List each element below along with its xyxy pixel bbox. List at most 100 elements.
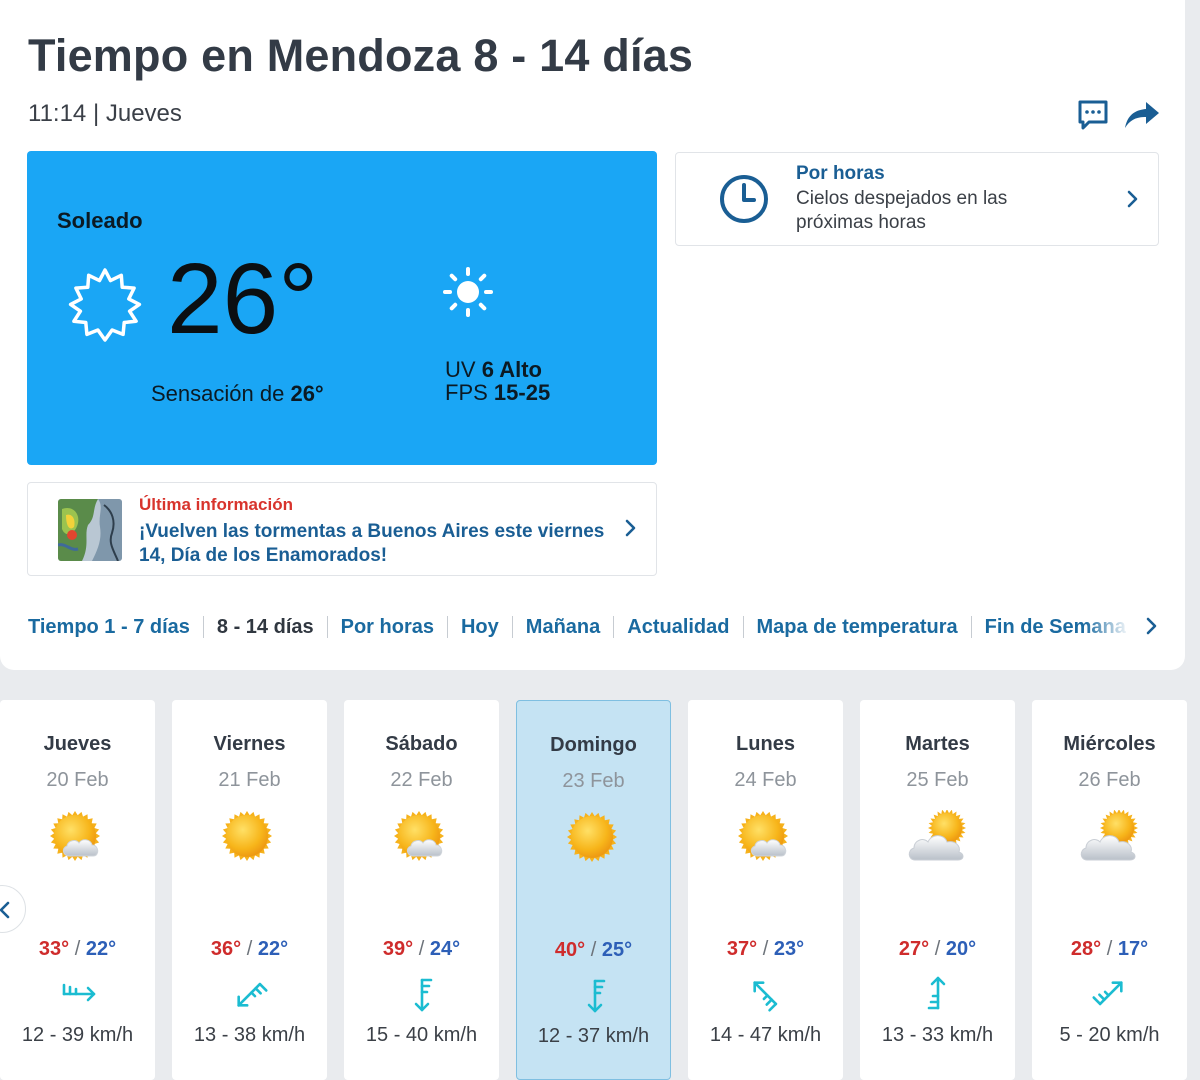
hourly-title: Por horas — [796, 163, 885, 184]
sun-cloud-icon — [735, 810, 797, 866]
day-date: 21 Feb — [218, 769, 281, 791]
share-icon[interactable] — [1124, 100, 1160, 130]
temperature-separator: / — [69, 938, 86, 960]
temperature-separator: / — [585, 939, 602, 961]
max-temperature: 33° — [38, 938, 70, 960]
day-temperatures: 28° / 17° — [1032, 938, 1187, 961]
max-temperature: 27° — [898, 938, 930, 960]
day-date: 20 Feb — [46, 769, 109, 791]
uv-info: UV 6 Alto FPS 15-25 — [445, 358, 550, 404]
time-separator: | — [92, 100, 100, 127]
sun-cloud-icon — [47, 810, 109, 866]
uv-value: 6 Alto — [481, 357, 542, 382]
news-headline[interactable]: ¡Vuelven las tormentas a Buenos Aires es… — [139, 520, 609, 568]
day-name: Miércoles — [1063, 733, 1156, 755]
day-date: 26 Feb — [1078, 769, 1141, 791]
hourly-forecast-card[interactable]: Por horas Cielos despejados en las próxi… — [675, 152, 1159, 246]
tab-actualidad[interactable]: Actualidad — [613, 616, 742, 638]
day-temperatures: 37° / 23° — [688, 938, 843, 961]
day-name: Sábado — [385, 733, 458, 755]
current-temperature: 26° — [167, 243, 319, 355]
wind-arrow-icon — [1089, 974, 1131, 1014]
tab-1-7-dias[interactable]: Tiempo 1 - 7 días — [28, 616, 203, 638]
news-radar-thumbnail — [58, 499, 122, 561]
day-temperatures: 33° / 22° — [0, 938, 155, 961]
day-date: 24 Feb — [734, 769, 797, 791]
temperature-separator: / — [929, 938, 946, 960]
temperature-separator: / — [1101, 938, 1118, 960]
fps-row: FPS 15-25 — [445, 381, 550, 404]
chevron-right-icon — [625, 519, 636, 537]
day-temperatures: 36° / 22° — [172, 938, 327, 961]
wind-arrow-icon — [57, 974, 99, 1014]
temperature-separator: / — [757, 938, 774, 960]
forecast-day-card[interactable]: Domingo 23 Feb 40° / 25° 12 - 37 km/h — [516, 700, 671, 1080]
wind-speed: 13 - 33 km/h — [881, 1024, 994, 1046]
tab-hoy[interactable]: Hoy — [446, 616, 512, 638]
wind-arrow-icon — [745, 974, 787, 1014]
max-temperature: 40° — [554, 939, 586, 961]
min-temperature: 22° — [257, 938, 289, 960]
uv-sun-icon — [443, 267, 493, 317]
forecast-day-card[interactable]: Martes 25 Feb 27° / 20° 13 - 33 km/h — [860, 700, 1015, 1080]
page-title: Tiempo en Mendoza 8 - 14 días — [28, 30, 694, 81]
sun-outline-icon — [68, 268, 142, 342]
clock-icon — [720, 175, 768, 223]
wind-speed: 12 - 37 km/h — [537, 1025, 650, 1047]
wind-speed: 15 - 40 km/h — [365, 1024, 478, 1046]
tab-por-horas[interactable]: Por horas — [326, 616, 447, 638]
max-temperature: 28° — [1070, 938, 1102, 960]
feels-like-value: 26° — [290, 381, 324, 406]
temperature-separator: / — [413, 938, 430, 960]
day-name: Domingo — [550, 734, 637, 756]
section-tabs: Tiempo 1 - 7 días 8 - 14 días Por horas … — [28, 614, 1148, 640]
min-temperature: 17° — [1117, 938, 1149, 960]
sun-icon — [219, 810, 281, 866]
forecast-day-card[interactable]: Miércoles 26 Feb 28° / 17° 5 - 20 km/h — [1032, 700, 1187, 1080]
min-temperature: 23° — [773, 938, 805, 960]
sun-cloud-icon — [391, 810, 453, 866]
min-temperature: 20° — [945, 938, 977, 960]
tab-manana[interactable]: Mañana — [511, 616, 613, 638]
current-time-line: 11:14 | Jueves — [28, 100, 182, 128]
uv-row: UV 6 Alto — [445, 358, 550, 381]
uv-label: UV — [445, 357, 476, 382]
day-temperatures: 40° / 25° — [517, 939, 670, 962]
sun-icon — [564, 811, 626, 867]
hourly-summary: Cielos despejados en las próximas horas — [796, 188, 1008, 233]
top-card: Tiempo en Mendoza 8 - 14 días 11:14 | Ju… — [0, 0, 1185, 670]
current-condition: Soleado — [57, 208, 143, 233]
wind-speed: 12 - 39 km/h — [21, 1024, 134, 1046]
tabs-next-chevron-icon[interactable] — [1145, 616, 1159, 636]
max-temperature: 37° — [726, 938, 758, 960]
day-name: Martes — [905, 733, 970, 755]
feels-like: Sensación de 26° — [151, 381, 324, 407]
min-temperature: 22° — [85, 938, 117, 960]
day-temperatures: 27° / 20° — [860, 938, 1015, 961]
forecast-day-card[interactable]: Lunes 24 Feb 37° / 23° 14 - 47 km/h — [688, 700, 843, 1080]
tab-mapa-temperatura[interactable]: Mapa de temperatura — [742, 616, 971, 638]
day-name: Viernes — [213, 733, 286, 755]
comment-icon[interactable] — [1076, 98, 1110, 132]
day-date: 25 Feb — [906, 769, 969, 791]
min-temperature: 25° — [601, 939, 633, 961]
temperature-separator: / — [241, 938, 258, 960]
wind-arrow-icon — [229, 974, 271, 1014]
forecast-day-card[interactable]: Sábado 22 Feb 39° / 24° 15 - 40 km/h — [344, 700, 499, 1080]
cloud-sun-icon — [907, 809, 969, 866]
latest-news-card[interactable]: Última información ¡Vuelven las tormenta… — [27, 482, 657, 576]
wind-arrow-icon — [917, 974, 959, 1014]
fps-label: FPS — [445, 380, 488, 405]
wind-speed: 14 - 47 km/h — [709, 1024, 822, 1046]
tab-8-14-dias[interactable]: 8 - 14 días — [202, 616, 327, 638]
max-temperature: 39° — [382, 938, 414, 960]
day-temperatures: 39° / 24° — [344, 938, 499, 961]
current-time: 11:14 — [28, 100, 87, 127]
day-date: 22 Feb — [390, 769, 453, 791]
feels-like-label: Sensación de — [151, 381, 285, 406]
day-name: Jueves — [43, 733, 112, 755]
forecast-days: Jueves 20 Feb 33° / 22° 12 - 39 km/h Vie… — [0, 700, 1200, 1080]
forecast-day-card[interactable]: Viernes 21 Feb 36° / 22° 13 - 38 km/h — [172, 700, 327, 1080]
forecast-day-card[interactable]: Jueves 20 Feb 33° / 22° 12 - 39 km/h — [0, 700, 155, 1080]
wind-speed: 13 - 38 km/h — [193, 1024, 306, 1046]
